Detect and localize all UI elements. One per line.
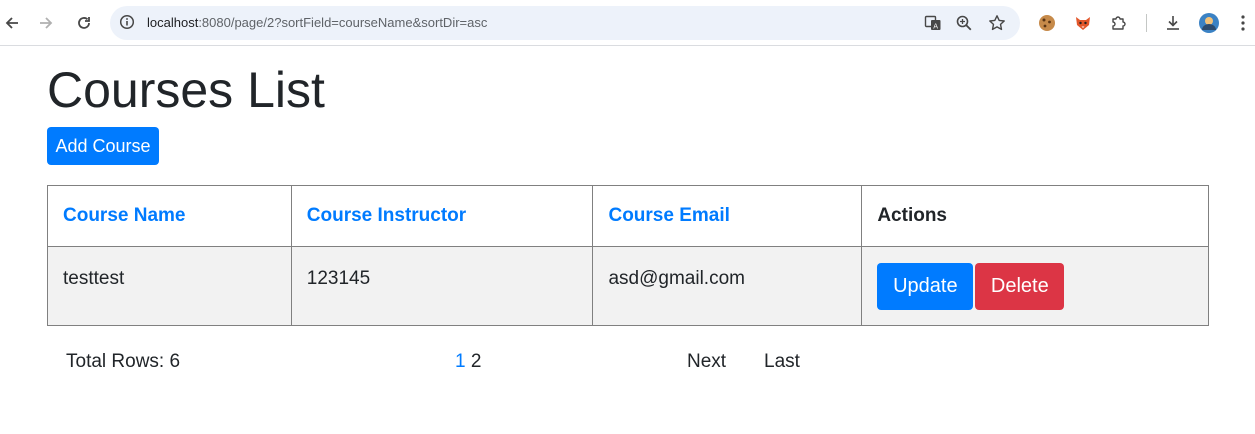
header-course-email: Course Email xyxy=(592,185,863,247)
download-icon[interactable] xyxy=(1162,12,1184,34)
toolbar-divider xyxy=(1146,14,1147,32)
table-row: testtest 123145 asd@gmail.com Update Dele… xyxy=(47,246,1209,326)
svg-text:A: A xyxy=(933,23,938,31)
header-course-name: Course Name xyxy=(47,185,292,247)
page-link-1: 1 xyxy=(455,351,466,372)
page-title: Courses List xyxy=(47,62,325,118)
translate-icon[interactable]: A xyxy=(924,14,942,32)
course-instructor-cell: 123145 xyxy=(290,246,594,326)
browser-toolbar: localhost:8080/page/2?sortField=courseNa… xyxy=(0,0,1255,46)
header-course-instructor: Course Instructor xyxy=(290,185,594,247)
profile-avatar-icon[interactable] xyxy=(1198,12,1220,34)
url-text[interactable]: localhost:8080/page/2?sortField=courseNa… xyxy=(147,15,487,30)
total-rows-text: Total Rows: 6 xyxy=(66,351,181,372)
sort-course-instructor-link[interactable]: Course Instructor xyxy=(307,205,466,226)
forward-icon[interactable] xyxy=(34,11,58,35)
last-wrapper: Last xyxy=(764,351,800,373)
browser-menu-icon[interactable] xyxy=(1232,12,1254,34)
address-bar[interactable]: localhost:8080/page/2?sortField=courseNa… xyxy=(110,6,1020,40)
course-name-cell: testtest xyxy=(47,246,292,326)
cookie-extension-icon[interactable] xyxy=(1036,12,1058,34)
next-page-link[interactable]: Next xyxy=(687,351,726,372)
delete-button[interactable]: Delete xyxy=(975,262,1065,310)
site-info-icon[interactable] xyxy=(119,14,135,35)
fox-extension-icon[interactable] xyxy=(1072,12,1094,34)
zoom-icon[interactable] xyxy=(955,14,973,32)
sort-course-name-link[interactable]: Course Name xyxy=(63,205,186,226)
actions-cell: Update Delete xyxy=(861,246,1209,326)
sort-course-email-link[interactable]: Course Email xyxy=(608,205,729,226)
course-email-cell: asd@gmail.com xyxy=(592,246,863,326)
add-course-button[interactable]: Add Course xyxy=(47,127,159,165)
header-actions: Actions xyxy=(861,185,1209,247)
table-header-row: Course Name Course Instructor Course Ema… xyxy=(47,185,1209,247)
last-page-link[interactable]: Last xyxy=(764,351,800,372)
extensions-puzzle-icon[interactable] xyxy=(1108,12,1130,34)
update-button[interactable]: Update xyxy=(877,262,974,310)
page-link-2[interactable]: 2 xyxy=(471,351,482,372)
next-wrapper: Next xyxy=(687,351,726,373)
courses-table: Course Name Course Instructor Course Ema… xyxy=(47,185,1209,326)
page-numbers: 1 2 xyxy=(455,351,481,373)
reload-icon[interactable] xyxy=(72,11,96,35)
bookmark-star-icon[interactable] xyxy=(988,14,1006,32)
back-icon[interactable] xyxy=(0,11,24,35)
